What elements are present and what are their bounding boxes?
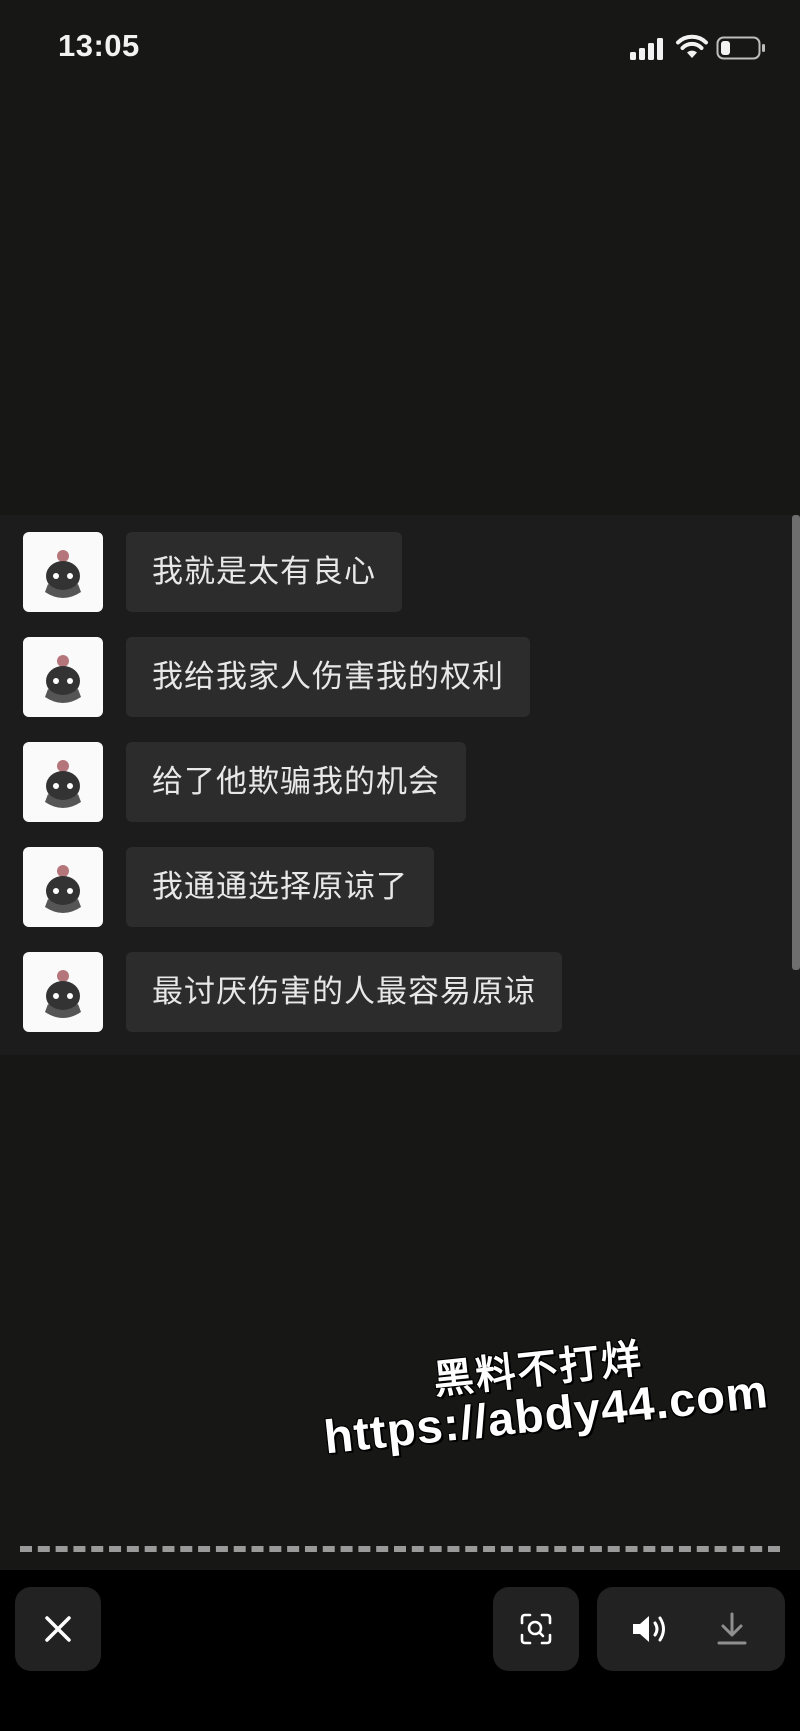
avatar-image bbox=[45, 760, 81, 808]
avatar[interactable] bbox=[23, 952, 103, 1032]
wifi-icon bbox=[676, 34, 708, 58]
progress-indicator bbox=[20, 1546, 780, 1558]
volume-icon[interactable] bbox=[631, 1613, 669, 1645]
close-button[interactable] bbox=[15, 1587, 101, 1671]
chat-panel[interactable]: 我就是太有良心 我给我家人伤害我的权利 给了他欺骗我的机会 我通通选择原谅了 最… bbox=[0, 515, 800, 1055]
status-time: 13:05 bbox=[58, 28, 140, 63]
message-bubble[interactable]: 我就是太有良心 bbox=[126, 532, 402, 612]
avatar[interactable] bbox=[23, 637, 103, 717]
avatar-image bbox=[45, 550, 81, 598]
message-bubble[interactable]: 最讨厌伤害的人最容易原谅 bbox=[126, 952, 562, 1032]
scan-icon bbox=[520, 1613, 552, 1645]
avatar[interactable] bbox=[23, 742, 103, 822]
scan-button[interactable] bbox=[493, 1587, 579, 1671]
watermark: 黑料不打烊 https://abdy44.com bbox=[316, 1312, 788, 1499]
media-controls bbox=[597, 1587, 785, 1671]
status-bar: 13:05 bbox=[0, 0, 800, 96]
message-bubble[interactable]: 给了他欺骗我的机会 bbox=[126, 742, 466, 822]
avatar-image bbox=[45, 655, 81, 703]
download-icon[interactable] bbox=[716, 1611, 748, 1647]
avatar[interactable] bbox=[23, 532, 103, 612]
scrollbar[interactable] bbox=[792, 515, 800, 970]
bottom-toolbar bbox=[0, 1570, 800, 1731]
avatar-image bbox=[45, 970, 81, 1018]
message-bubble[interactable]: 我通通选择原谅了 bbox=[126, 847, 434, 927]
close-icon bbox=[45, 1616, 71, 1642]
avatar-image bbox=[45, 865, 81, 913]
avatar[interactable] bbox=[23, 847, 103, 927]
message-bubble[interactable]: 我给我家人伤害我的权利 bbox=[126, 637, 530, 717]
battery-icon bbox=[716, 36, 765, 60]
signal-icon bbox=[630, 38, 663, 60]
